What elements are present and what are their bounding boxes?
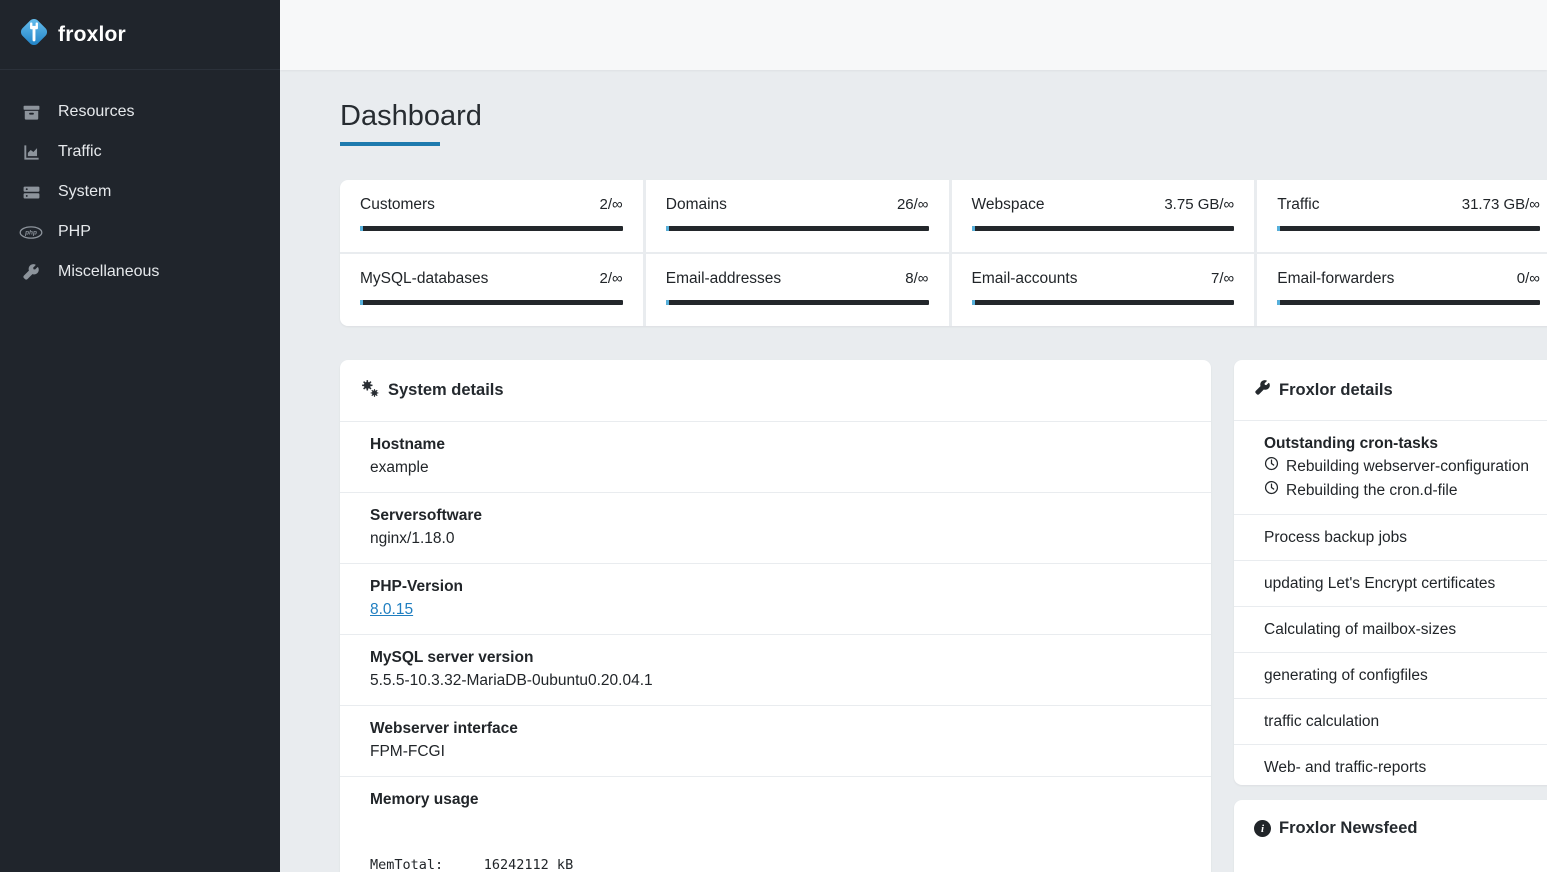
svg-text:php: php xyxy=(24,229,37,236)
sidebar-item-label: Resources xyxy=(58,103,134,121)
sidebar: froxlor Resources Traffic xyxy=(0,0,280,872)
cron-info-row: Web- and traffic-reports xyxy=(1234,744,1547,785)
stat-label: Email-addresses xyxy=(666,270,781,288)
cron-info-row: Process backup jobs xyxy=(1234,514,1547,560)
stat-value: 8/∞ xyxy=(905,270,928,287)
stat-value: 2/∞ xyxy=(600,196,623,213)
froxlor-details-card: Froxlor details Outstanding cron-tasks R… xyxy=(1234,360,1547,785)
cron-task: Rebuilding the cron.d-file xyxy=(1264,479,1534,503)
stat-value: 0/∞ xyxy=(1517,270,1540,287)
php-icon: php xyxy=(18,225,44,240)
sidebar-item-label: Traffic xyxy=(58,143,102,161)
stat-value: 7/∞ xyxy=(1211,270,1234,287)
stat-label: Email-accounts xyxy=(972,270,1078,288)
sidebar-item-system[interactable]: System xyxy=(0,172,280,212)
system-row-webserver-interface: Webserver interface FPM-FCGI xyxy=(340,705,1211,776)
stat-card-domains[interactable]: Domains 26/∞ xyxy=(646,180,949,252)
newsfeed-header: i Froxlor Newsfeed xyxy=(1234,800,1547,857)
cron-info-row: Calculating of mailbox-sizes xyxy=(1234,606,1547,652)
wrench-icon xyxy=(1254,379,1271,401)
card-title: Froxlor Newsfeed xyxy=(1279,819,1417,838)
progress-fill xyxy=(666,226,669,231)
stat-card-email-forwarders[interactable]: Email-forwarders 0/∞ xyxy=(1257,254,1547,326)
progress-bar xyxy=(972,300,1235,305)
cron-info-row: traffic calculation xyxy=(1234,698,1547,744)
progress-bar xyxy=(972,226,1235,231)
sidebar-nav: Resources Traffic System xyxy=(0,92,280,292)
wrench-icon xyxy=(18,263,44,281)
sidebar-item-php[interactable]: php PHP xyxy=(0,212,280,252)
progress-fill xyxy=(360,226,363,231)
title-underline xyxy=(340,142,440,146)
sidebar-item-resources[interactable]: Resources xyxy=(0,92,280,132)
stat-value: 2/∞ xyxy=(600,270,623,287)
system-details-header: System details xyxy=(340,360,1211,421)
box-archive-icon xyxy=(18,103,44,122)
clock-icon xyxy=(1264,479,1279,503)
system-row-mysql-version: MySQL server version 5.5.5-10.3.32-Maria… xyxy=(340,634,1211,705)
stat-label: Customers xyxy=(360,196,435,214)
card-title: System details xyxy=(388,381,504,400)
cron-tasks-row: Outstanding cron-tasks Rebuilding webser… xyxy=(1234,420,1547,514)
system-row-memory-usage: Memory usage MemTotal: 16242112 kB MemFr… xyxy=(340,776,1211,872)
page-title: Dashboard xyxy=(340,100,482,133)
stat-label: MySQL-databases xyxy=(360,270,488,288)
progress-fill xyxy=(1277,300,1280,305)
sidebar-item-label: Miscellaneous xyxy=(58,263,159,281)
brand-name: froxlor xyxy=(58,23,126,47)
info-icon: i xyxy=(1254,820,1271,837)
stat-card-email-accounts[interactable]: Email-accounts 7/∞ xyxy=(952,254,1255,326)
progress-bar xyxy=(1277,226,1540,231)
stat-card-email-addresses[interactable]: Email-addresses 8/∞ xyxy=(646,254,949,326)
cron-task: Rebuilding webserver-configuration xyxy=(1264,455,1534,479)
progress-fill xyxy=(972,226,975,231)
stat-label: Domains xyxy=(666,196,727,214)
cron-info-row: updating Let's Encrypt certificates xyxy=(1234,560,1547,606)
progress-bar xyxy=(360,300,623,305)
server-icon xyxy=(18,183,44,202)
stat-card-customers[interactable]: Customers 2/∞ xyxy=(340,180,643,252)
stat-card-webspace[interactable]: Webspace 3.75 GB/∞ xyxy=(952,180,1255,252)
sidebar-item-label: PHP xyxy=(58,223,91,241)
progress-fill xyxy=(972,300,975,305)
cron-info-row: generating of configfiles xyxy=(1234,652,1547,698)
progress-bar xyxy=(666,300,929,305)
progress-fill xyxy=(666,300,669,305)
gears-icon xyxy=(360,379,380,402)
stat-label: Traffic xyxy=(1277,196,1319,214)
newsfeed-card: i Froxlor Newsfeed xyxy=(1234,800,1547,872)
memory-values: MemTotal: 16242112 kB MemFree: 1945280 k… xyxy=(370,813,1181,872)
froxlor-logo-icon xyxy=(16,14,52,55)
system-row-php-version: PHP-Version 8.0.15 xyxy=(340,563,1211,634)
content: Dashboard Customers 2/∞ Domains 26/∞ xyxy=(280,70,1547,872)
progress-bar xyxy=(1277,300,1540,305)
stat-card-traffic[interactable]: Traffic 31.73 GB/∞ xyxy=(1257,180,1547,252)
stat-value: 3.75 GB/∞ xyxy=(1164,196,1234,213)
system-row-hostname: Hostname example xyxy=(340,421,1211,492)
stat-card-mysql-databases[interactable]: MySQL-databases 2/∞ xyxy=(340,254,643,326)
stat-label: Email-forwarders xyxy=(1277,270,1394,288)
brand[interactable]: froxlor xyxy=(0,0,280,70)
topbar xyxy=(280,0,1547,70)
system-row-serversoftware: Serversoftware nginx/1.18.0 xyxy=(340,492,1211,563)
progress-bar xyxy=(360,226,623,231)
progress-fill xyxy=(1277,226,1280,231)
stat-value: 26/∞ xyxy=(897,196,929,213)
stats-grid: Customers 2/∞ Domains 26/∞ Webspace 3.75… xyxy=(340,180,1547,326)
chart-icon xyxy=(18,143,44,162)
system-details-card: System details Hostname example Serverso… xyxy=(340,360,1211,872)
froxlor-details-header: Froxlor details xyxy=(1234,360,1547,420)
main-area: Dashboard Customers 2/∞ Domains 26/∞ xyxy=(280,0,1547,872)
sidebar-item-miscellaneous[interactable]: Miscellaneous xyxy=(0,252,280,292)
stat-value: 31.73 GB/∞ xyxy=(1462,196,1540,213)
php-version-link[interactable]: 8.0.15 xyxy=(370,601,413,618)
stat-label: Webspace xyxy=(972,196,1045,214)
progress-fill xyxy=(360,300,363,305)
progress-bar xyxy=(666,226,929,231)
card-title: Froxlor details xyxy=(1279,381,1393,400)
clock-icon xyxy=(1264,455,1279,479)
sidebar-item-traffic[interactable]: Traffic xyxy=(0,132,280,172)
sidebar-item-label: System xyxy=(58,183,111,201)
